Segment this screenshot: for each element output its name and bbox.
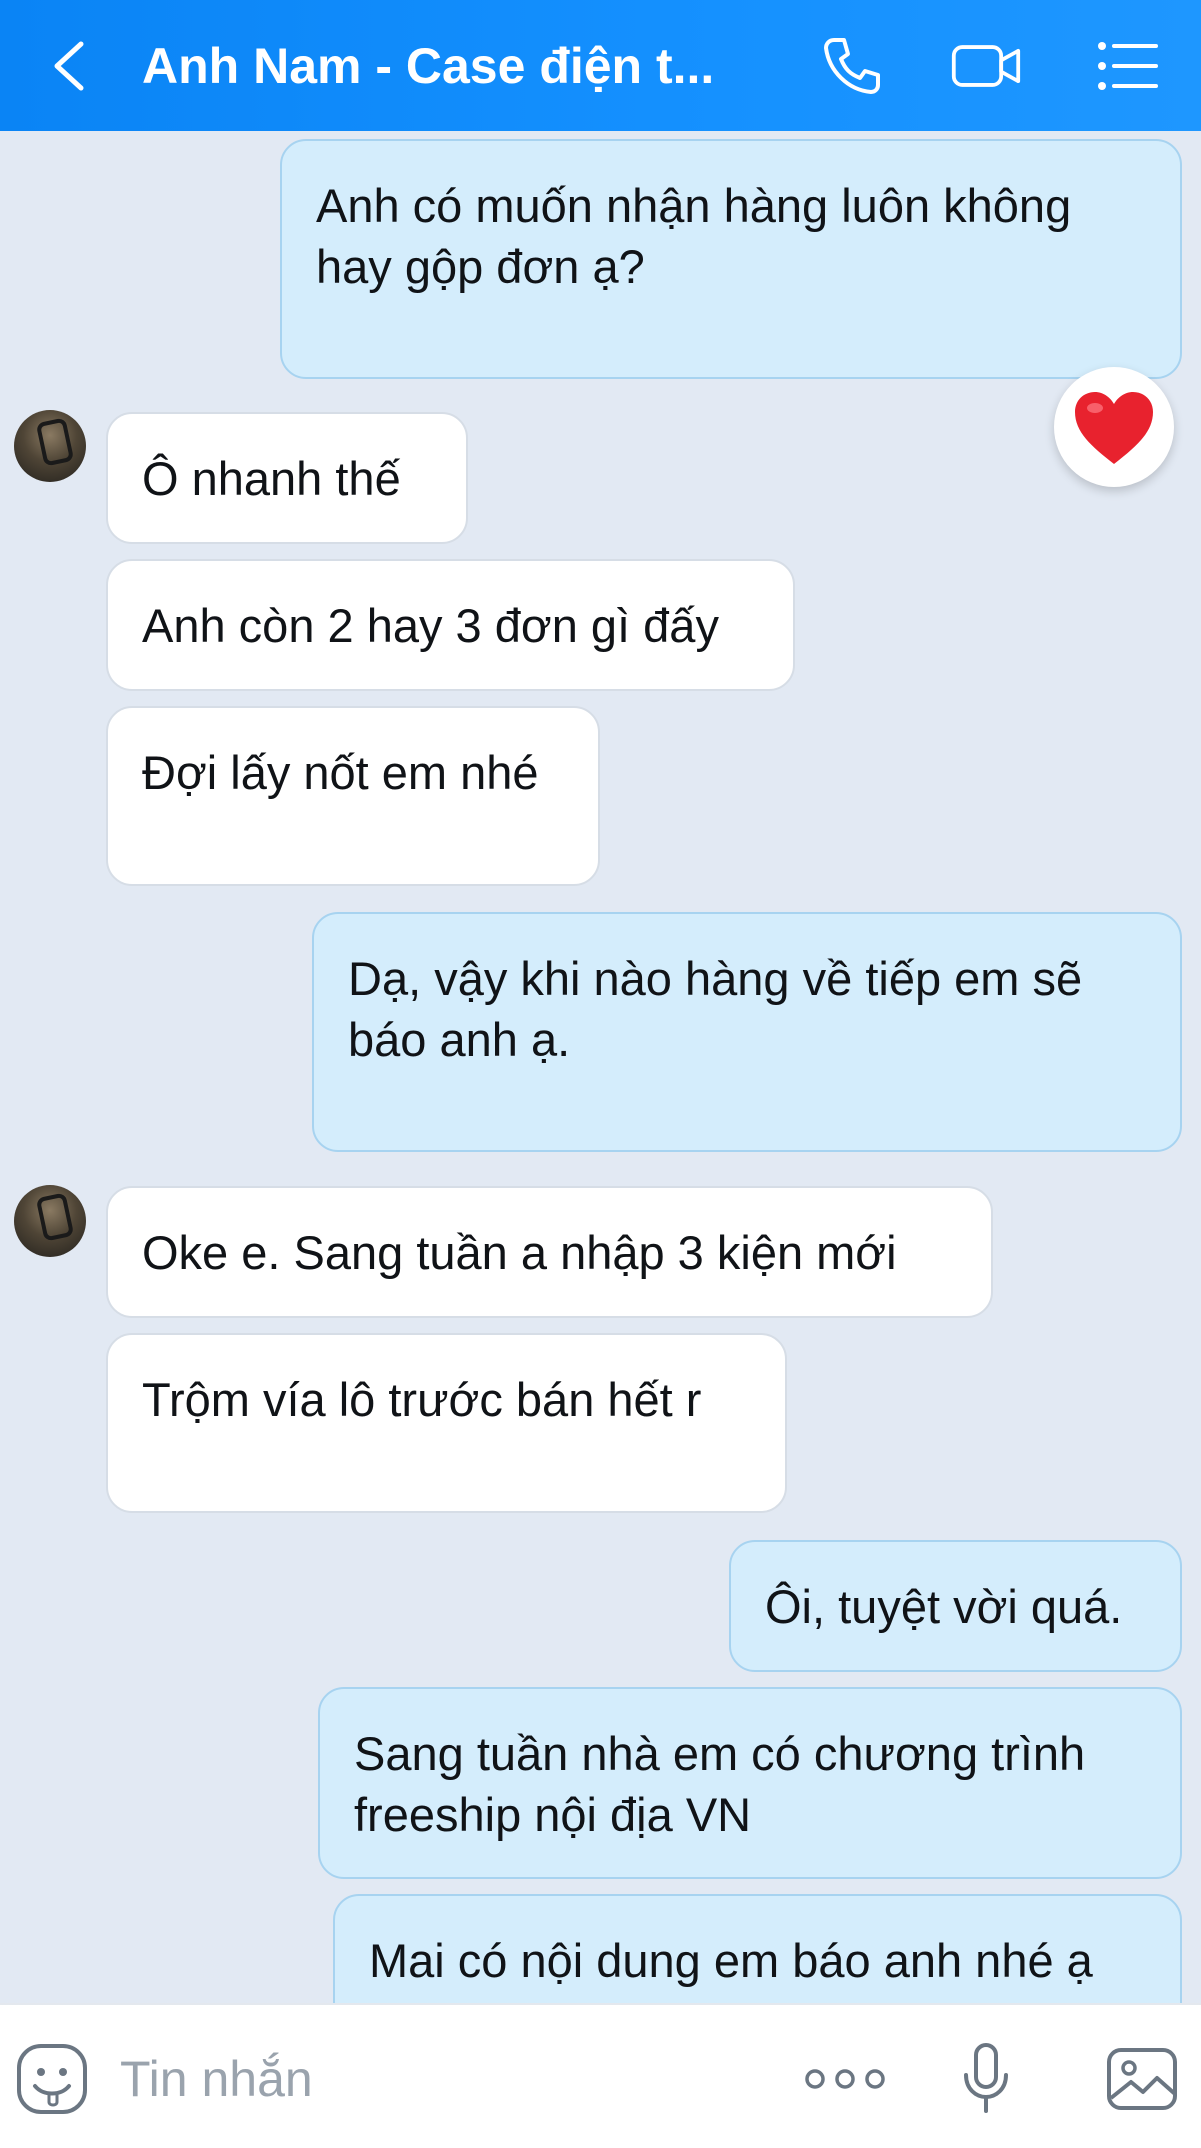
more-options-button[interactable] xyxy=(800,2039,890,2119)
voice-record-button[interactable] xyxy=(946,2039,1026,2119)
contact-avatar[interactable] xyxy=(14,410,86,482)
heart-icon xyxy=(1075,392,1153,464)
call-button[interactable] xyxy=(816,30,888,102)
phone-icon xyxy=(824,38,880,94)
chat-screen: Anh Nam - Case điện t... Anh có muốn nhậ… xyxy=(0,0,1201,2148)
message-bubble-incoming[interactable]: Anh còn 2 hay 3 đơn gì đấy xyxy=(106,559,795,691)
emoji-icon xyxy=(17,2044,87,2114)
menu-button[interactable] xyxy=(1092,30,1164,102)
image-gallery-icon xyxy=(1107,2048,1177,2110)
contact-avatar[interactable] xyxy=(14,1185,86,1257)
message-bubble-incoming[interactable]: Đợi lấy nốt em nhé xyxy=(106,706,600,886)
video-camera-icon xyxy=(951,45,1021,87)
microphone-icon xyxy=(964,2043,1008,2113)
message-bubble-incoming[interactable]: Ô nhanh thế xyxy=(106,412,468,544)
message-bubble-outgoing[interactable]: Ôi, tuyệt vời quá. xyxy=(729,1540,1182,1672)
message-bubble-outgoing[interactable]: Dạ, vậy khi nào hàng về tiếp em sẽ báo a… xyxy=(312,912,1182,1152)
chevron-left-icon xyxy=(54,41,84,91)
more-dots-icon xyxy=(805,2069,885,2089)
message-bubble-incoming[interactable]: Trộm vía lô trước bán hết r xyxy=(106,1333,787,1513)
video-call-button[interactable] xyxy=(950,30,1022,102)
gallery-button[interactable] xyxy=(1102,2039,1182,2119)
chat-header: Anh Nam - Case điện t... xyxy=(0,0,1201,131)
message-bubble-outgoing[interactable]: Anh có muốn nhận hàng luôn không hay gộp… xyxy=(280,139,1182,379)
message-input[interactable]: Tin nhắn xyxy=(120,2047,313,2111)
back-button[interactable] xyxy=(44,36,94,96)
message-bubble-incoming[interactable]: Oke e. Sang tuần a nhập 3 kiện mới xyxy=(106,1186,993,1318)
message-bubble-outgoing[interactable]: Sang tuần nhà em có chương trình freeshi… xyxy=(318,1687,1182,1879)
list-menu-icon xyxy=(1098,42,1158,90)
emoji-button[interactable] xyxy=(12,2039,92,2119)
chat-title[interactable]: Anh Nam - Case điện t... xyxy=(142,32,752,100)
message-input-bar: Tin nhắn xyxy=(0,2003,1201,2148)
heart-reaction[interactable] xyxy=(1054,367,1174,487)
